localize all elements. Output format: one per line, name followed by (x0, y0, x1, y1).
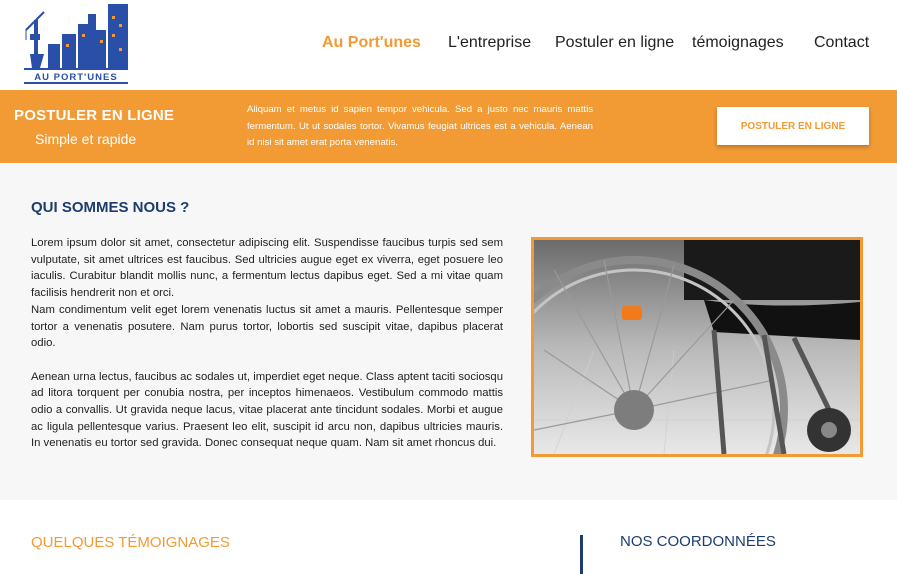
nav-temoignages[interactable]: témoignages (692, 34, 784, 52)
about-title: QUI SOMMES NOUS ? (31, 199, 190, 216)
logo-text: AU PORT'UNES (34, 72, 117, 83)
testimonials-title: QUELQUES TÉMOIGNAGES (31, 534, 230, 551)
nav-au-portunes[interactable]: Au Port'unes (322, 34, 421, 52)
main-nav: Au Port'unes L'entreprise Postuler en li… (0, 34, 897, 54)
about-text: Lorem ipsum dolor sit amet, consectetur … (31, 235, 503, 452)
apply-online-button[interactable]: POSTULER EN LIGNE (717, 107, 869, 145)
about-section: QUI SOMMES NOUS ? Lorem ipsum dolor sit … (0, 163, 897, 500)
banner-text: Aliquam et metus id sapien tempor vehicu… (247, 104, 593, 148)
banner-title: POSTULER EN LIGNE (14, 107, 175, 124)
nav-entreprise[interactable]: L'entreprise (448, 34, 531, 52)
about-paragraph: Nam condimentum velit eget lorem venenat… (31, 303, 503, 350)
banner-subtitle: Simple et rapide (35, 131, 137, 147)
divider (580, 535, 583, 574)
wheelchair-image (534, 240, 860, 454)
bottom-section: QUELQUES TÉMOIGNAGES NOS COORDONNÉES (0, 500, 897, 574)
about-paragraph: Aenean urna lectus, faucibus ac sodales … (31, 370, 503, 450)
nav-contact[interactable]: Contact (814, 34, 869, 52)
nav-postuler[interactable]: Postuler en ligne (555, 34, 674, 52)
wheelchair-photo (531, 237, 863, 457)
site-header: AU PORT'UNES Au Port'unes L'entreprise P… (0, 0, 897, 90)
about-paragraph: Lorem ipsum dolor sit amet, consectetur … (31, 237, 503, 300)
contact-title: NOS COORDONNÉES (620, 533, 776, 550)
